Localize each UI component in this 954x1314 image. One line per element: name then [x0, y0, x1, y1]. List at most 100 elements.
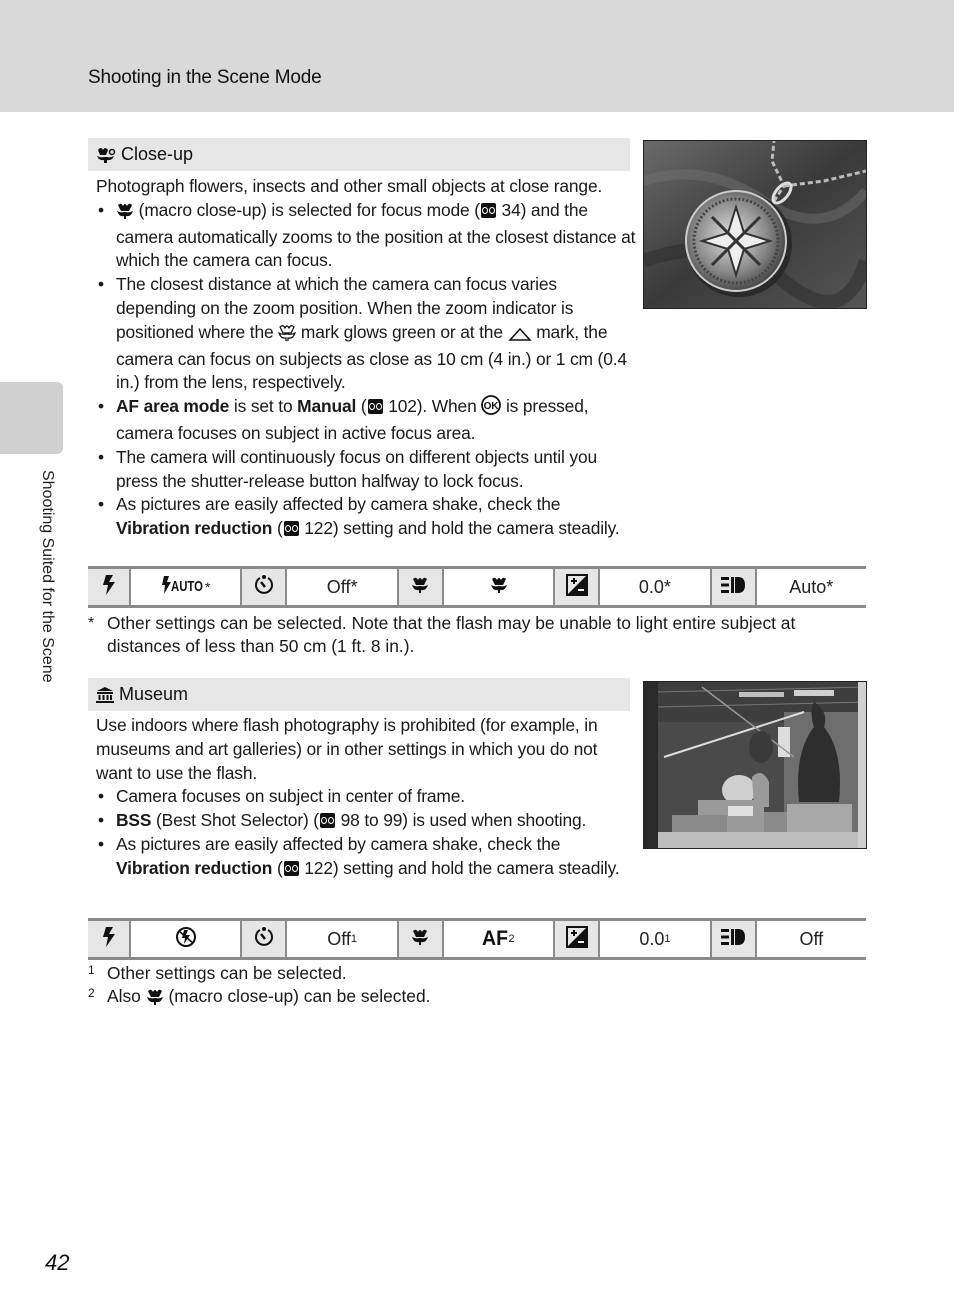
setting-value: 0.0* [638, 576, 671, 597]
bold-term: BSS [116, 810, 152, 831]
footnotes-close-up: * Other settings can be selected. Note th… [88, 612, 866, 658]
bullet-item: As pictures are easily affected by camer… [96, 493, 636, 541]
footnote: * Other settings can be selected. Note th… [88, 612, 866, 658]
page-number: 42 [45, 1250, 70, 1275]
header-band [0, 0, 954, 112]
museum-icon [96, 686, 114, 704]
setting-icon-cell [711, 921, 757, 957]
setting-value: * [205, 579, 211, 595]
footnote-marker: 2 [88, 986, 95, 1000]
footnote: 1 Other settings can be selected. [88, 962, 588, 985]
setting-value-cell [131, 921, 243, 957]
setting-icon-cell [88, 569, 132, 605]
bullet-item: (macro close-up) is selected for focus m… [96, 199, 636, 273]
setting-icon-cell [242, 569, 288, 605]
setting-icon-cell [242, 921, 288, 957]
footnote-ref: 2 [508, 933, 515, 945]
setting-icon-cell [88, 921, 132, 957]
page-reference-icon [283, 521, 299, 537]
close-up-photo [643, 140, 867, 309]
macro-icon [411, 929, 429, 950]
section-body-close-up: Photograph flowers, insects and other sm… [96, 175, 636, 541]
chapter-tab-label: Shooting Suited for the Scene [39, 470, 56, 683]
setting-icon-cell [711, 569, 757, 605]
footnote: 2 Also (macro close-up) can be selected. [88, 985, 588, 1011]
section-title: Close-up [121, 144, 194, 164]
section-intro: Use indoors where flash photography is p… [96, 715, 598, 783]
setting-icon-cell [398, 569, 444, 605]
self-timer-icon [253, 574, 275, 601]
setting-value-cell [444, 569, 556, 605]
svg-text:OK: OK [484, 401, 500, 412]
setting-value-cell: Off 1 [287, 921, 399, 957]
bold-term: Vibration reduction [116, 518, 273, 539]
setting-value-cell: Auto* [757, 569, 866, 605]
macro-icon [116, 202, 134, 226]
macro-outline-icon [278, 324, 297, 348]
bullet-list: Camera focuses on subject in center of f… [96, 785, 636, 880]
footnotes-museum: 1 Other settings can be selected. 2 Also (m… [88, 962, 588, 1011]
exposure-compensation-icon [565, 573, 588, 601]
bullet-item: As pictures are easily affected by camer… [96, 833, 636, 881]
ok-icon: OK [481, 395, 502, 422]
flash-auto-icon: AUTO [161, 575, 205, 600]
exposure-compensation-icon [565, 925, 588, 953]
page-reference-icon [480, 202, 496, 218]
setting-value-cell: 0.0 1 [600, 921, 712, 957]
bold-term: Manual [297, 396, 357, 417]
bullet-item: The camera will continuously focus on di… [96, 446, 636, 494]
setting-icon-cell [555, 921, 601, 957]
settings-table-museum: Off 1 AF 2 0.0 1 Off [88, 918, 866, 960]
bold-term: Vibration reduction [116, 857, 273, 878]
flash-off-icon [175, 926, 197, 953]
chapter-tab[interactable] [0, 382, 63, 454]
bullet-list: (macro close-up) is selected for focus m… [96, 199, 636, 541]
museum-photo [643, 681, 867, 849]
svg-text:AUTO: AUTO [171, 578, 203, 595]
page-header-title: Shooting in the Scene Mode [88, 67, 322, 88]
page-reference-icon [283, 860, 299, 876]
af-icon: AF [482, 927, 508, 952]
macro-icon [411, 577, 429, 598]
footnote-text: Also (macro close-up) can be selected. [107, 985, 430, 1011]
page-reference-icon [319, 813, 335, 829]
footnote-ref: 1 [664, 933, 671, 945]
setting-icon-cell [555, 569, 601, 605]
section-body-museum: Use indoors where flash photography is p… [96, 714, 636, 881]
footnote-ref: 1 [350, 933, 358, 945]
close-up-icon [96, 146, 116, 164]
setting-value-cell: Off [757, 921, 866, 957]
page-reference-icon [367, 399, 383, 415]
setting-icon-cell [398, 921, 444, 957]
settings-table-close-up: AUTO * Off* 0.0* Auto* [88, 566, 866, 608]
section-header-museum: Museum [88, 678, 630, 711]
svg-text:AF: AF [482, 927, 508, 947]
self-timer-icon [253, 926, 275, 953]
bullet-item: Camera focuses on subject in center of f… [96, 785, 636, 809]
setting-value-cell: Off* [287, 569, 399, 605]
setting-value-cell: AUTO * [131, 569, 243, 605]
flash-icon [100, 926, 118, 953]
vibration-reduction-icon [720, 927, 746, 952]
setting-value: Off* [326, 576, 358, 597]
section-intro: Photograph flowers, insects and other sm… [96, 176, 603, 196]
setting-value-cell: 0.0* [600, 569, 712, 605]
setting-value: Off [799, 928, 824, 949]
vibration-reduction-icon [720, 575, 746, 600]
bullet-item: AF area mode is set to Manual ( 102). Wh… [96, 395, 636, 446]
setting-value: 0.0 [639, 928, 665, 949]
footnote-marker: * [88, 615, 95, 632]
footnote-text: Other settings can be selected. Note tha… [107, 613, 796, 656]
footnote-text: Other settings can be selected. [107, 963, 347, 983]
setting-value: Auto* [789, 576, 834, 597]
flash-icon [100, 574, 118, 601]
section-title: Museum [119, 684, 189, 704]
section-header-close-up: Close-up [88, 138, 630, 171]
macro-icon [146, 988, 164, 1011]
setting-value: Off [327, 928, 351, 949]
macro-icon [490, 577, 508, 598]
bullet-item: The closest distance at which the camera… [96, 273, 636, 395]
setting-value-cell: AF 2 [444, 921, 556, 957]
bold-term: AF area mode [116, 396, 230, 417]
triangle-icon [507, 324, 532, 348]
